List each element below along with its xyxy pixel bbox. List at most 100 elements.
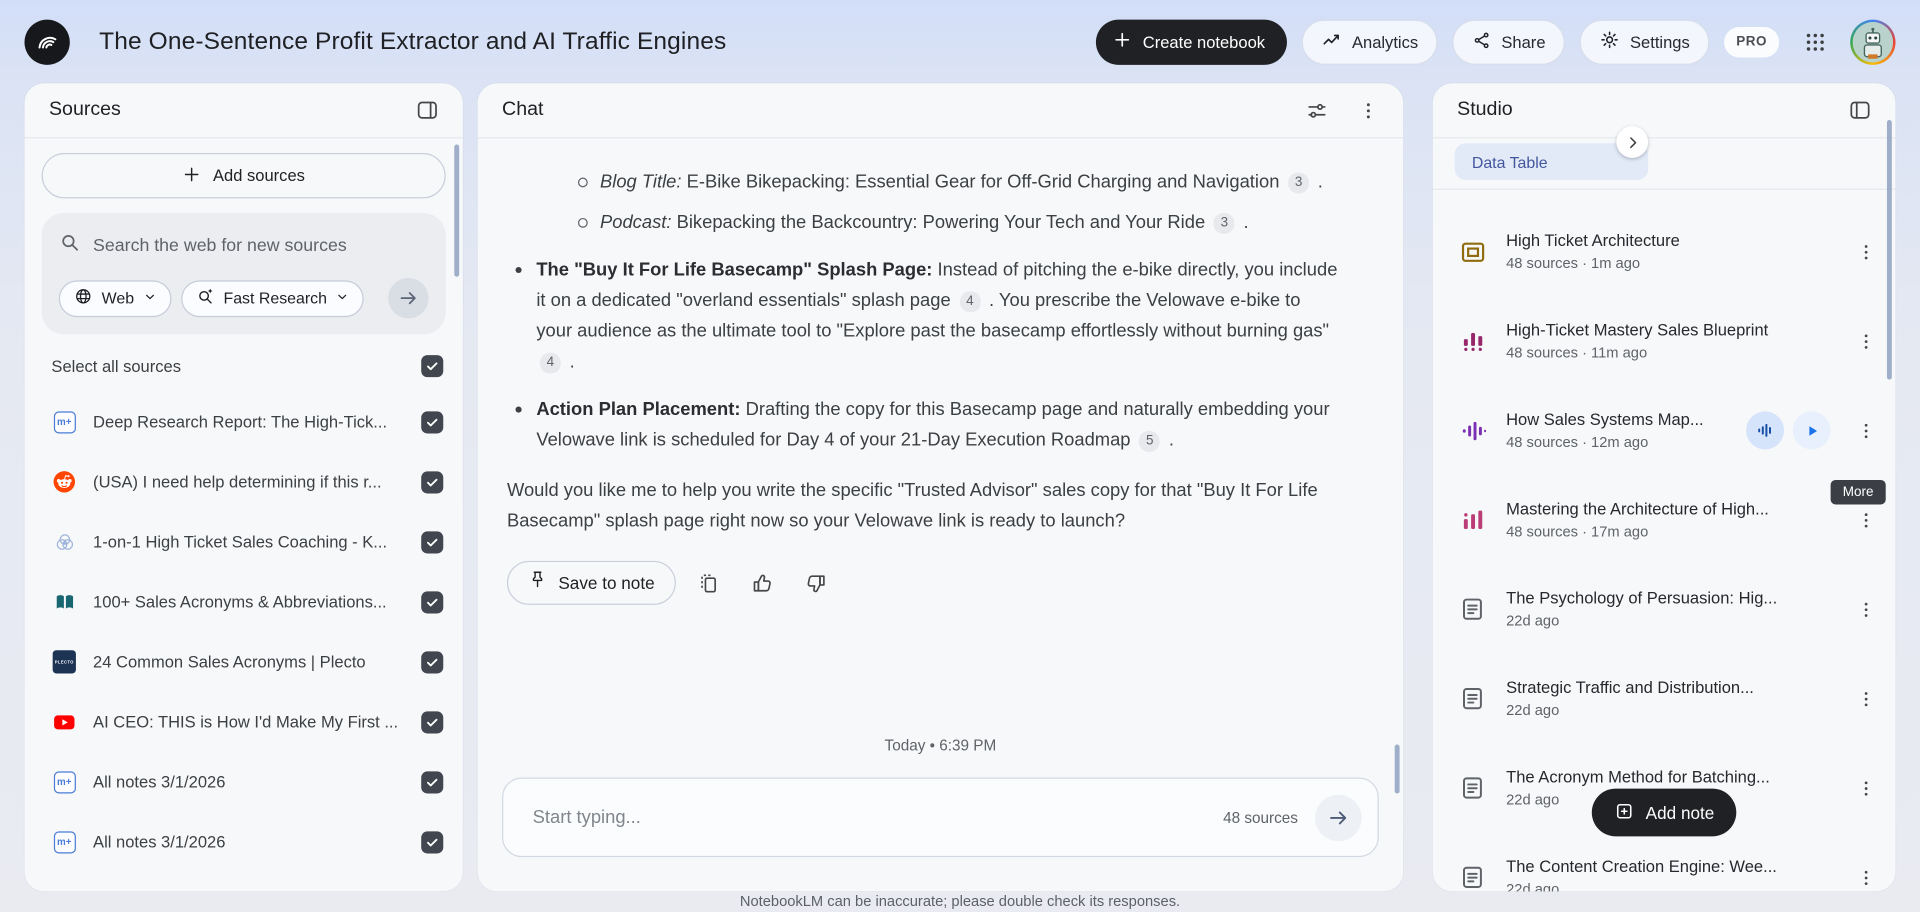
chat-more-menu-icon[interactable] bbox=[1349, 92, 1386, 129]
studio-item-meta: 48 sources · 1m ago bbox=[1506, 255, 1830, 272]
source-checkbox[interactable] bbox=[421, 471, 443, 493]
item-more-menu-icon[interactable] bbox=[1849, 413, 1883, 447]
citation-chip[interactable]: 4 bbox=[959, 291, 980, 312]
studio-item-title: Strategic Traffic and Distribution... bbox=[1506, 678, 1830, 696]
source-checkbox[interactable] bbox=[421, 411, 443, 433]
item-more-menu-icon[interactable] bbox=[1849, 234, 1883, 268]
source-row[interactable]: m+ All notes 3/1/2026 bbox=[42, 752, 446, 812]
research-mode-selector[interactable]: Fast Research bbox=[181, 280, 364, 317]
share-button[interactable]: Share bbox=[1452, 19, 1565, 64]
settings-button[interactable]: Settings bbox=[1580, 19, 1710, 64]
notebook-doc-icon: m+ bbox=[51, 409, 77, 435]
source-title: 1-on-1 High Ticket Sales Coaching - K... bbox=[93, 533, 405, 551]
chip-carousel-next-button[interactable] bbox=[1616, 126, 1648, 158]
studio-panel-title: Studio bbox=[1457, 99, 1513, 121]
copy-icon[interactable] bbox=[688, 562, 730, 604]
play-icon[interactable] bbox=[1793, 411, 1831, 449]
collapse-panel-icon[interactable] bbox=[409, 92, 446, 129]
plecto-icon: PLECTO bbox=[51, 649, 77, 675]
chat-settings-icon[interactable] bbox=[1298, 92, 1335, 129]
item-more-menu-icon[interactable] bbox=[1849, 860, 1883, 891]
top-bar: The One-Sentence Profit Extractor and AI… bbox=[0, 0, 1920, 83]
chat-input[interactable] bbox=[533, 807, 1206, 828]
source-title: 100+ Sales Acronyms & Abbreviations... bbox=[93, 593, 405, 611]
source-checkbox[interactable] bbox=[421, 651, 443, 673]
studio-item-meta: 48 sources · 12m ago bbox=[1506, 433, 1728, 450]
item-more-menu-icon[interactable] bbox=[1849, 681, 1883, 715]
youtube-icon bbox=[51, 709, 77, 735]
citation-chip[interactable]: 3 bbox=[1288, 173, 1309, 194]
source-checkbox[interactable] bbox=[421, 831, 443, 853]
studio-panel: Studio Data Table High Ticket Architectu… bbox=[1433, 83, 1896, 891]
studio-item[interactable]: The Psychology of Persuasion: Hig... 22d… bbox=[1433, 564, 1896, 653]
web-search-card: Web Fast Research bbox=[42, 213, 446, 334]
expand-panel-icon[interactable] bbox=[1842, 92, 1879, 129]
fast-research-icon bbox=[195, 287, 215, 310]
citation-chip[interactable]: 5 bbox=[1139, 431, 1160, 452]
item-more-menu-icon[interactable] bbox=[1849, 503, 1883, 537]
source-row[interactable]: (USA) I need help determining if this r.… bbox=[42, 452, 446, 512]
citation-chip[interactable]: 4 bbox=[540, 353, 561, 374]
source-checkbox[interactable] bbox=[421, 591, 443, 613]
source-row[interactable]: PLECTO 24 Common Sales Acronyms | Plecto bbox=[42, 632, 446, 692]
search-submit-button[interactable] bbox=[388, 278, 428, 318]
studio-item[interactable]: How Sales Systems Map... 48 sources · 12… bbox=[1433, 386, 1896, 475]
source-row[interactable]: AI CEO: THIS is How I'd Make My First ..… bbox=[42, 692, 446, 752]
studio-item-meta: 22d ago bbox=[1506, 702, 1830, 719]
sources-panel: Sources Add sources Web bbox=[24, 83, 462, 891]
source-row[interactable]: m+ All notes 3/1/2026 bbox=[42, 812, 446, 872]
studio-item[interactable]: Mastering the Architecture of High... 48… bbox=[1433, 475, 1896, 564]
save-to-note-button[interactable]: Save to note bbox=[507, 561, 676, 605]
chat-bullet: Action Plan Placement: Drafting the copy… bbox=[507, 394, 1340, 455]
share-icon bbox=[1472, 30, 1492, 53]
select-all-checkbox[interactable] bbox=[421, 355, 443, 377]
source-row[interactable]: 100+ Sales Acronyms & Abbreviations... bbox=[42, 572, 446, 632]
citation-chip[interactable]: 3 bbox=[1214, 213, 1235, 234]
studio-item[interactable]: Strategic Traffic and Distribution... 22… bbox=[1433, 654, 1896, 743]
studio-item[interactable]: The Content Creation Engine: Wee... 22d … bbox=[1433, 833, 1896, 892]
reddit-icon bbox=[51, 469, 77, 495]
notebooklm-app: The One-Sentence Profit Extractor and AI… bbox=[0, 0, 1920, 912]
notebook-title: The One-Sentence Profit Extractor and AI… bbox=[99, 28, 726, 56]
source-row[interactable]: 1-on-1 High Ticket Sales Coaching - K... bbox=[42, 512, 446, 572]
apps-grid-icon[interactable] bbox=[1794, 21, 1836, 63]
chat-bullet-list: The "Buy It For Life Basecamp" Splash Pa… bbox=[507, 255, 1340, 456]
studio-item-title: The Psychology of Persuasion: Hig... bbox=[1506, 589, 1830, 607]
source-row[interactable]: m+ Deep Research Report: The High-Tick..… bbox=[42, 392, 446, 452]
chat-scrollbar-thumb[interactable] bbox=[1395, 744, 1400, 793]
item-more-menu-icon[interactable] bbox=[1849, 592, 1883, 626]
studio-item[interactable]: High-Ticket Mastery Sales Blueprint 48 s… bbox=[1433, 296, 1896, 385]
notebooklm-logo-icon[interactable] bbox=[24, 19, 69, 64]
interactive-audio-icon[interactable] bbox=[1746, 411, 1784, 449]
more-tooltip: More bbox=[1831, 480, 1886, 504]
report-icon bbox=[1457, 773, 1488, 804]
item-more-menu-icon[interactable] bbox=[1849, 324, 1883, 358]
venn-icon bbox=[51, 529, 77, 555]
source-checkbox[interactable] bbox=[421, 531, 443, 553]
item-more-menu-icon[interactable] bbox=[1849, 771, 1883, 805]
sources-scrollbar-thumb[interactable] bbox=[454, 144, 459, 276]
chevron-down-icon bbox=[336, 289, 349, 307]
plus-icon bbox=[182, 165, 200, 187]
studio-item[interactable]: High Ticket Architecture 48 sources · 1m… bbox=[1433, 207, 1896, 296]
thumbs-down-icon[interactable] bbox=[795, 562, 837, 604]
send-button[interactable] bbox=[1315, 794, 1362, 841]
analytics-button[interactable]: Analytics bbox=[1302, 19, 1438, 64]
thumbs-up-icon[interactable] bbox=[742, 562, 784, 604]
web-search-input[interactable] bbox=[93, 236, 429, 256]
avatar[interactable] bbox=[1850, 19, 1895, 64]
web-source-selector[interactable]: Web bbox=[59, 280, 171, 317]
studio-scrollbar-thumb[interactable] bbox=[1887, 120, 1892, 380]
create-notebook-button[interactable]: Create notebook bbox=[1096, 19, 1287, 64]
add-sources-button[interactable]: Add sources bbox=[42, 153, 446, 198]
trending-up-icon bbox=[1321, 29, 1342, 53]
chat-panel: Chat Blog Title: E-Bike Bikepacking: Ess… bbox=[478, 83, 1404, 891]
studio-item-title: The Acronym Method for Batching... bbox=[1506, 768, 1830, 786]
report-icon bbox=[1457, 594, 1488, 625]
studio-item-title: Mastering the Architecture of High... bbox=[1506, 500, 1830, 518]
source-checkbox[interactable] bbox=[421, 771, 443, 793]
source-checkbox[interactable] bbox=[421, 711, 443, 733]
source-title: 24 Common Sales Acronyms | Plecto bbox=[93, 653, 405, 671]
source-count-label: 48 sources bbox=[1223, 809, 1298, 826]
add-note-button[interactable]: Add note bbox=[1592, 789, 1737, 837]
